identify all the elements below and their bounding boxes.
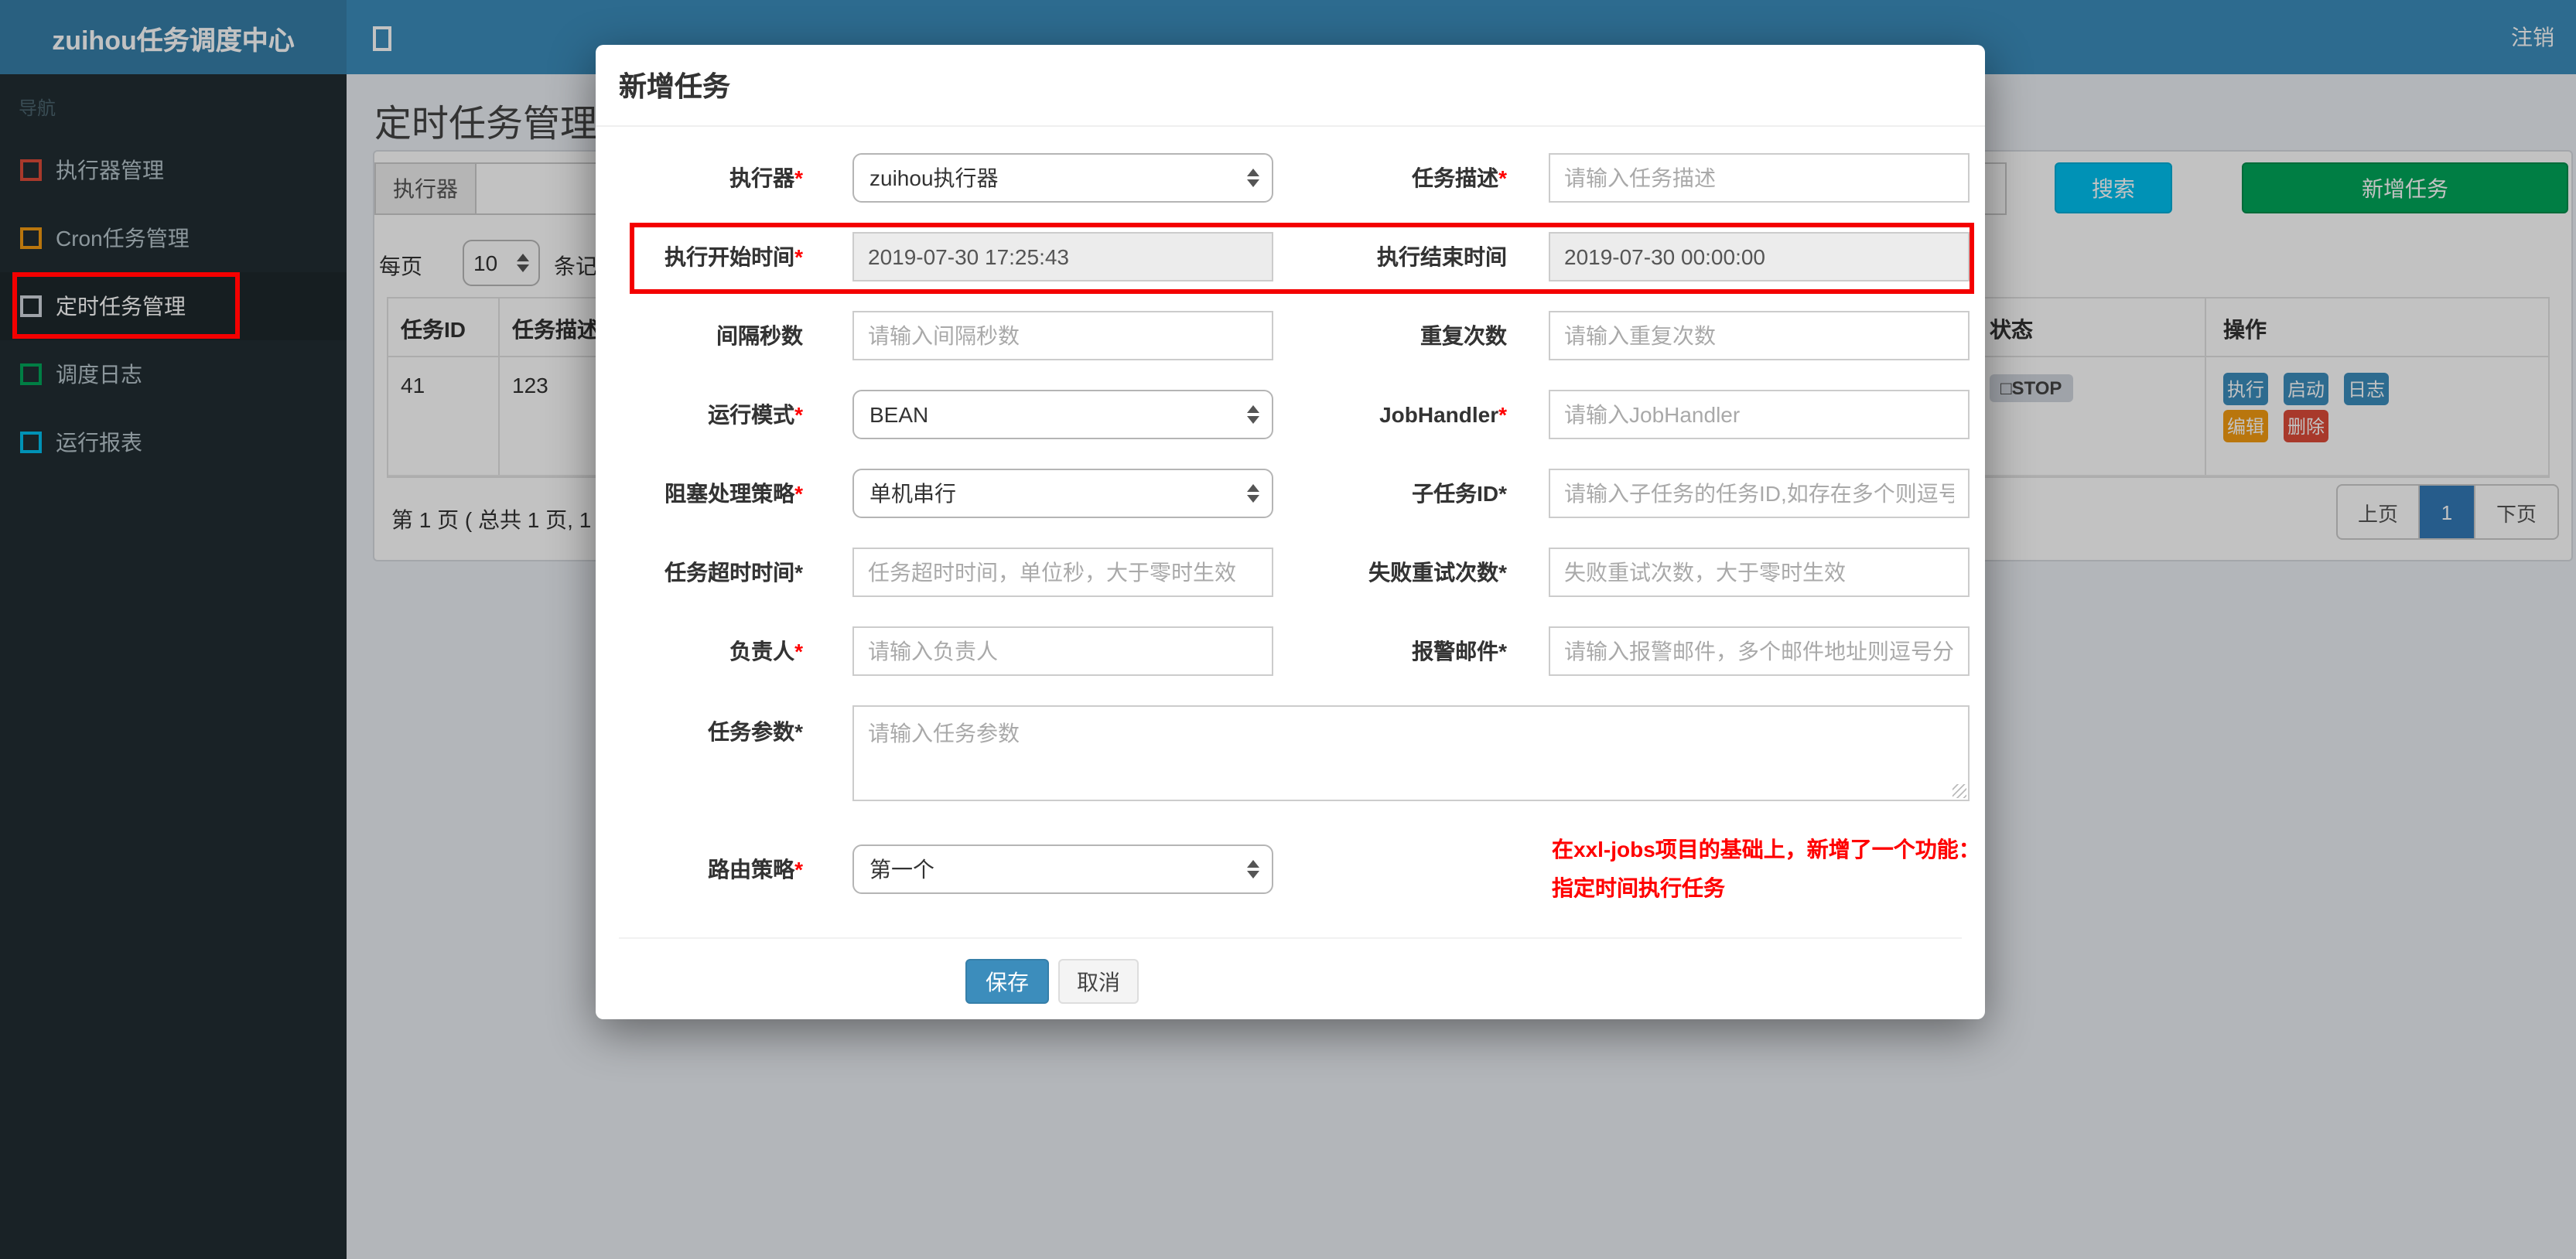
route-strategy-select[interactable]: 第一个 (852, 844, 1273, 894)
repeat-count-label: 重复次数 (1420, 323, 1507, 348)
executor-label: 执行器* (729, 165, 803, 190)
timeout-label: 任务超时时间* (664, 560, 803, 585)
feature-note-line2: 指定时间执行任务 (1552, 875, 1725, 900)
block-strategy-label: 阻塞处理策略* (664, 481, 803, 506)
jobhandler-input[interactable] (1549, 390, 1970, 439)
job-desc-label: 任务描述* (1412, 165, 1507, 190)
run-mode-label: 运行模式* (708, 402, 803, 427)
select-arrows-icon (1247, 484, 1259, 503)
job-params-label: 任务参数* (708, 719, 803, 744)
run-mode-select-value: BEAN (869, 402, 929, 427)
add-task-modal: 新增任务 执行器* zuihou执行器 任务描述* 执行开始时间* (596, 45, 1985, 1019)
jobhandler-label: JobHandler* (1379, 402, 1507, 427)
job-params-placeholder: 请输入任务参数 (868, 721, 1020, 746)
app-root: zuihou任务调度中心 注销 导航 执行器管理 Cron任务管理 定时任务管理… (0, 0, 2576, 1259)
feature-note-line1: 在xxl-jobs项目的基础上，新增了一个功能： (1552, 837, 1980, 862)
owner-input[interactable] (852, 626, 1273, 676)
owner-label: 负责人* (729, 639, 803, 664)
block-strategy-select[interactable]: 单机串行 (852, 469, 1273, 518)
alarm-email-input[interactable] (1549, 626, 1970, 676)
feature-note: 在xxl-jobs项目的基础上，新增了一个功能： 指定时间执行任务 (1552, 831, 1980, 908)
annotation-box-sidebar (12, 272, 240, 339)
job-desc-input[interactable] (1549, 153, 1970, 203)
job-params-textarea[interactable]: 请输入任务参数 (852, 705, 1970, 801)
child-job-id-input[interactable] (1549, 469, 1970, 518)
timeout-input[interactable] (852, 548, 1273, 597)
cancel-button[interactable]: 取消 (1058, 959, 1139, 1004)
interval-seconds-input[interactable] (852, 311, 1273, 360)
repeat-count-input[interactable] (1549, 311, 1970, 360)
select-arrows-icon (1247, 405, 1259, 424)
resize-grip-icon[interactable] (1952, 784, 1966, 798)
fail-retry-count-input[interactable] (1549, 548, 1970, 597)
annotation-box-time-row (630, 223, 1974, 294)
fail-retry-count-label: 失败重试次数* (1368, 560, 1507, 585)
modal-title: 新增任务 (619, 71, 730, 102)
select-arrows-icon (1247, 860, 1259, 879)
save-button[interactable]: 保存 (965, 959, 1049, 1004)
select-arrows-icon (1247, 169, 1259, 187)
alarm-email-label: 报警邮件* (1412, 639, 1507, 664)
run-mode-select[interactable]: BEAN (852, 390, 1273, 439)
executor-select[interactable]: zuihou执行器 (852, 153, 1273, 203)
modal-footer: 保存 取消 (596, 939, 1985, 1004)
block-strategy-select-value: 单机串行 (869, 481, 956, 506)
interval-seconds-label: 间隔秒数 (716, 323, 803, 348)
route-strategy-label: 路由策略* (708, 857, 803, 882)
modal-header: 新增任务 (596, 45, 1985, 127)
executor-select-value: zuihou执行器 (869, 165, 999, 190)
child-job-id-label: 子任务ID* (1412, 481, 1507, 506)
route-strategy-select-value: 第一个 (869, 857, 934, 882)
